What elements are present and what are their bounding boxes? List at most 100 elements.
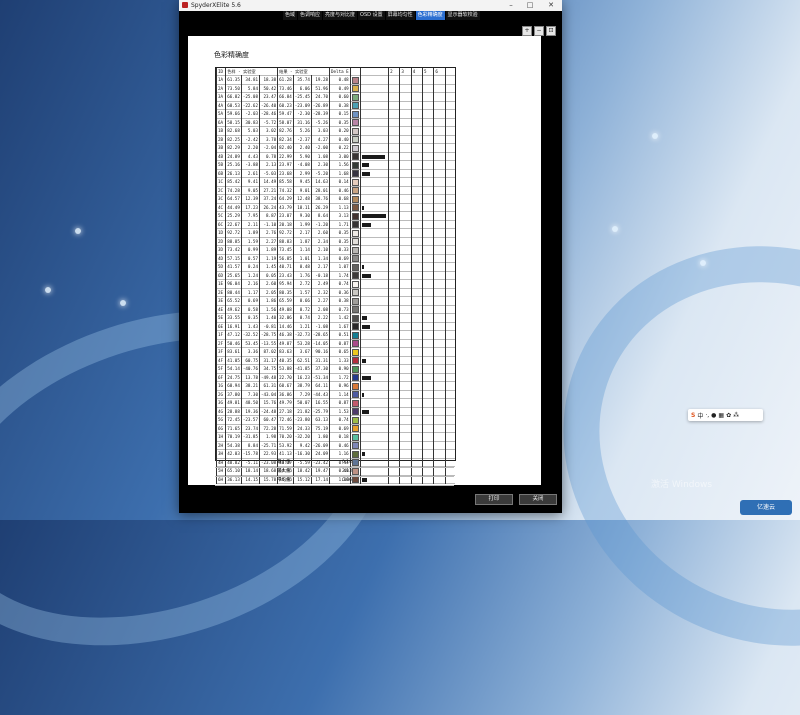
delta-bar-cell	[359, 330, 389, 340]
grid-cell	[388, 84, 400, 93]
target-value: 28.88	[225, 407, 242, 416]
grid-cell	[410, 135, 423, 144]
maximize-icon[interactable]: □	[523, 0, 537, 11]
patch-id: 5B	[215, 160, 226, 170]
grid-cell	[399, 203, 412, 212]
report-page: 色彩精确度 ID 色样 - 实验室 结果 - 实验室 Delta E 2 3 4…	[188, 36, 541, 486]
summary-row: 平均值: 0.86	[215, 477, 454, 486]
close-icon[interactable]: ✕	[544, 0, 558, 11]
grid-cell	[422, 339, 434, 348]
target-value: 1.24	[240, 271, 260, 280]
table-row: 5G 72.45 -23.57 60.47 72.46 -23.80 63.13 0.74	[215, 415, 455, 425]
grid-cell	[388, 449, 400, 459]
ime-logo[interactable]: S	[691, 412, 695, 419]
target-value: -3.88	[240, 160, 260, 170]
zoom-toolbar: + − ⊡	[522, 26, 556, 36]
target-value: 38.21	[240, 381, 260, 391]
delta-value: 0.73	[329, 305, 351, 314]
skin-icon[interactable]: ✿	[726, 412, 731, 419]
result-value: 61.28	[277, 75, 294, 85]
target-value: 0.57	[240, 254, 260, 263]
swatch	[351, 365, 359, 373]
delta-value: 0.60	[329, 92, 351, 102]
delta-value: 0.74	[329, 415, 351, 425]
target-value: 8.84	[240, 441, 260, 450]
grid-cell	[388, 135, 400, 144]
result-value: -25.45	[292, 92, 312, 102]
result-value: 2.40	[292, 143, 312, 153]
tab-2[interactable]: 亮度与对比度	[323, 11, 358, 20]
target-value: 71.65	[225, 424, 242, 433]
grid-cell	[422, 271, 434, 280]
result-value: -16.30	[292, 449, 312, 459]
result-value: 60.23	[277, 101, 294, 110]
delta-bar	[361, 316, 368, 321]
swatch	[351, 110, 359, 118]
delta-bar-cell	[359, 203, 389, 212]
color-swatch	[349, 152, 361, 161]
delta-bar-cell	[359, 313, 389, 323]
tab-6[interactable]: 显示器软校验	[445, 11, 480, 20]
color-swatch	[349, 101, 361, 110]
tab-1[interactable]: 色调响应	[298, 11, 323, 20]
grid-cell	[399, 194, 412, 204]
table-row: 6C 22.67 2.11 -1.10 20.18 1.99 -1.20 1.71	[215, 220, 455, 229]
result-value: 82.40	[277, 143, 294, 153]
ime-lang[interactable]: 中	[697, 411, 703, 420]
delta-value: 0.87	[329, 339, 351, 348]
target-value: 2.61	[240, 169, 260, 178]
grid-cell	[410, 271, 423, 280]
tab-0[interactable]: 色域	[283, 11, 298, 20]
delta-bar	[361, 171, 371, 176]
delta-bar-cell	[359, 228, 389, 238]
grid-cell	[388, 407, 400, 416]
result-value: 2.34	[310, 237, 330, 246]
patch-id: 5F	[215, 364, 226, 374]
minimize-icon[interactable]: –	[504, 0, 518, 11]
grid-cell	[388, 186, 400, 195]
delta-value: 1.71	[329, 220, 351, 229]
keyboard-icon[interactable]: ▦	[718, 412, 724, 419]
grid-cell	[433, 390, 446, 399]
result-value: -26.89	[310, 101, 330, 110]
result-value: 2.08	[310, 305, 330, 314]
close-button[interactable]: 关闭	[519, 494, 557, 505]
tab-5[interactable]: 色彩精确度	[415, 11, 445, 20]
color-swatch	[349, 432, 361, 442]
patch-id: 3B	[215, 143, 226, 153]
mic-icon[interactable]: ●	[711, 412, 716, 419]
delta-bar-cell	[359, 186, 389, 195]
table-row: 2E 80.44 1.17 2.05 80.35 1.57 2.32 0.36	[215, 288, 455, 297]
swatch	[351, 314, 359, 322]
zoom-fit-icon[interactable]: ⊡	[546, 26, 556, 36]
grid-icon[interactable]: ⁂	[733, 412, 739, 419]
punctuation-icon[interactable]: ·,	[705, 412, 709, 419]
color-swatch	[349, 296, 361, 306]
color-swatch	[349, 186, 361, 195]
swatch	[351, 178, 359, 186]
zoom-out-icon[interactable]: −	[534, 26, 544, 36]
patch-id: 2G	[215, 390, 226, 399]
target-value: 54.38	[225, 441, 242, 450]
delta-value: 0.22	[329, 143, 351, 153]
grid-cell	[388, 288, 400, 297]
target-value: 30.83	[240, 118, 260, 127]
result-value: -26.09	[310, 441, 330, 450]
result-value: 1.08	[310, 152, 330, 161]
grid-cell	[410, 305, 423, 314]
grid-cell	[444, 84, 455, 93]
result-value: 0.74	[292, 313, 312, 323]
target-value: 1.19	[258, 254, 278, 263]
table-row: 1A 61.35 34.81 18.38 61.28 35.74 19.28 0.48	[215, 75, 455, 85]
ime-toolbar[interactable]: S 中 ·, ● ▦ ✿ ⁂	[688, 409, 763, 421]
target-value: 82.68	[225, 126, 242, 136]
tab-4[interactable]: 屏幕均匀性	[385, 11, 415, 20]
color-swatch	[349, 339, 361, 348]
zoom-in-icon[interactable]: +	[522, 26, 532, 36]
grid-cell	[444, 211, 455, 221]
tab-3[interactable]: OSD 设置	[358, 11, 385, 20]
table-row: 6B 26.13 2.61 -5.03 23.68 2.99 -5.20 1.68	[215, 169, 455, 178]
col-target: 色样 - 实验室	[225, 68, 278, 76]
target-value: -13.55	[258, 339, 278, 348]
print-button[interactable]: 打印	[475, 494, 513, 505]
